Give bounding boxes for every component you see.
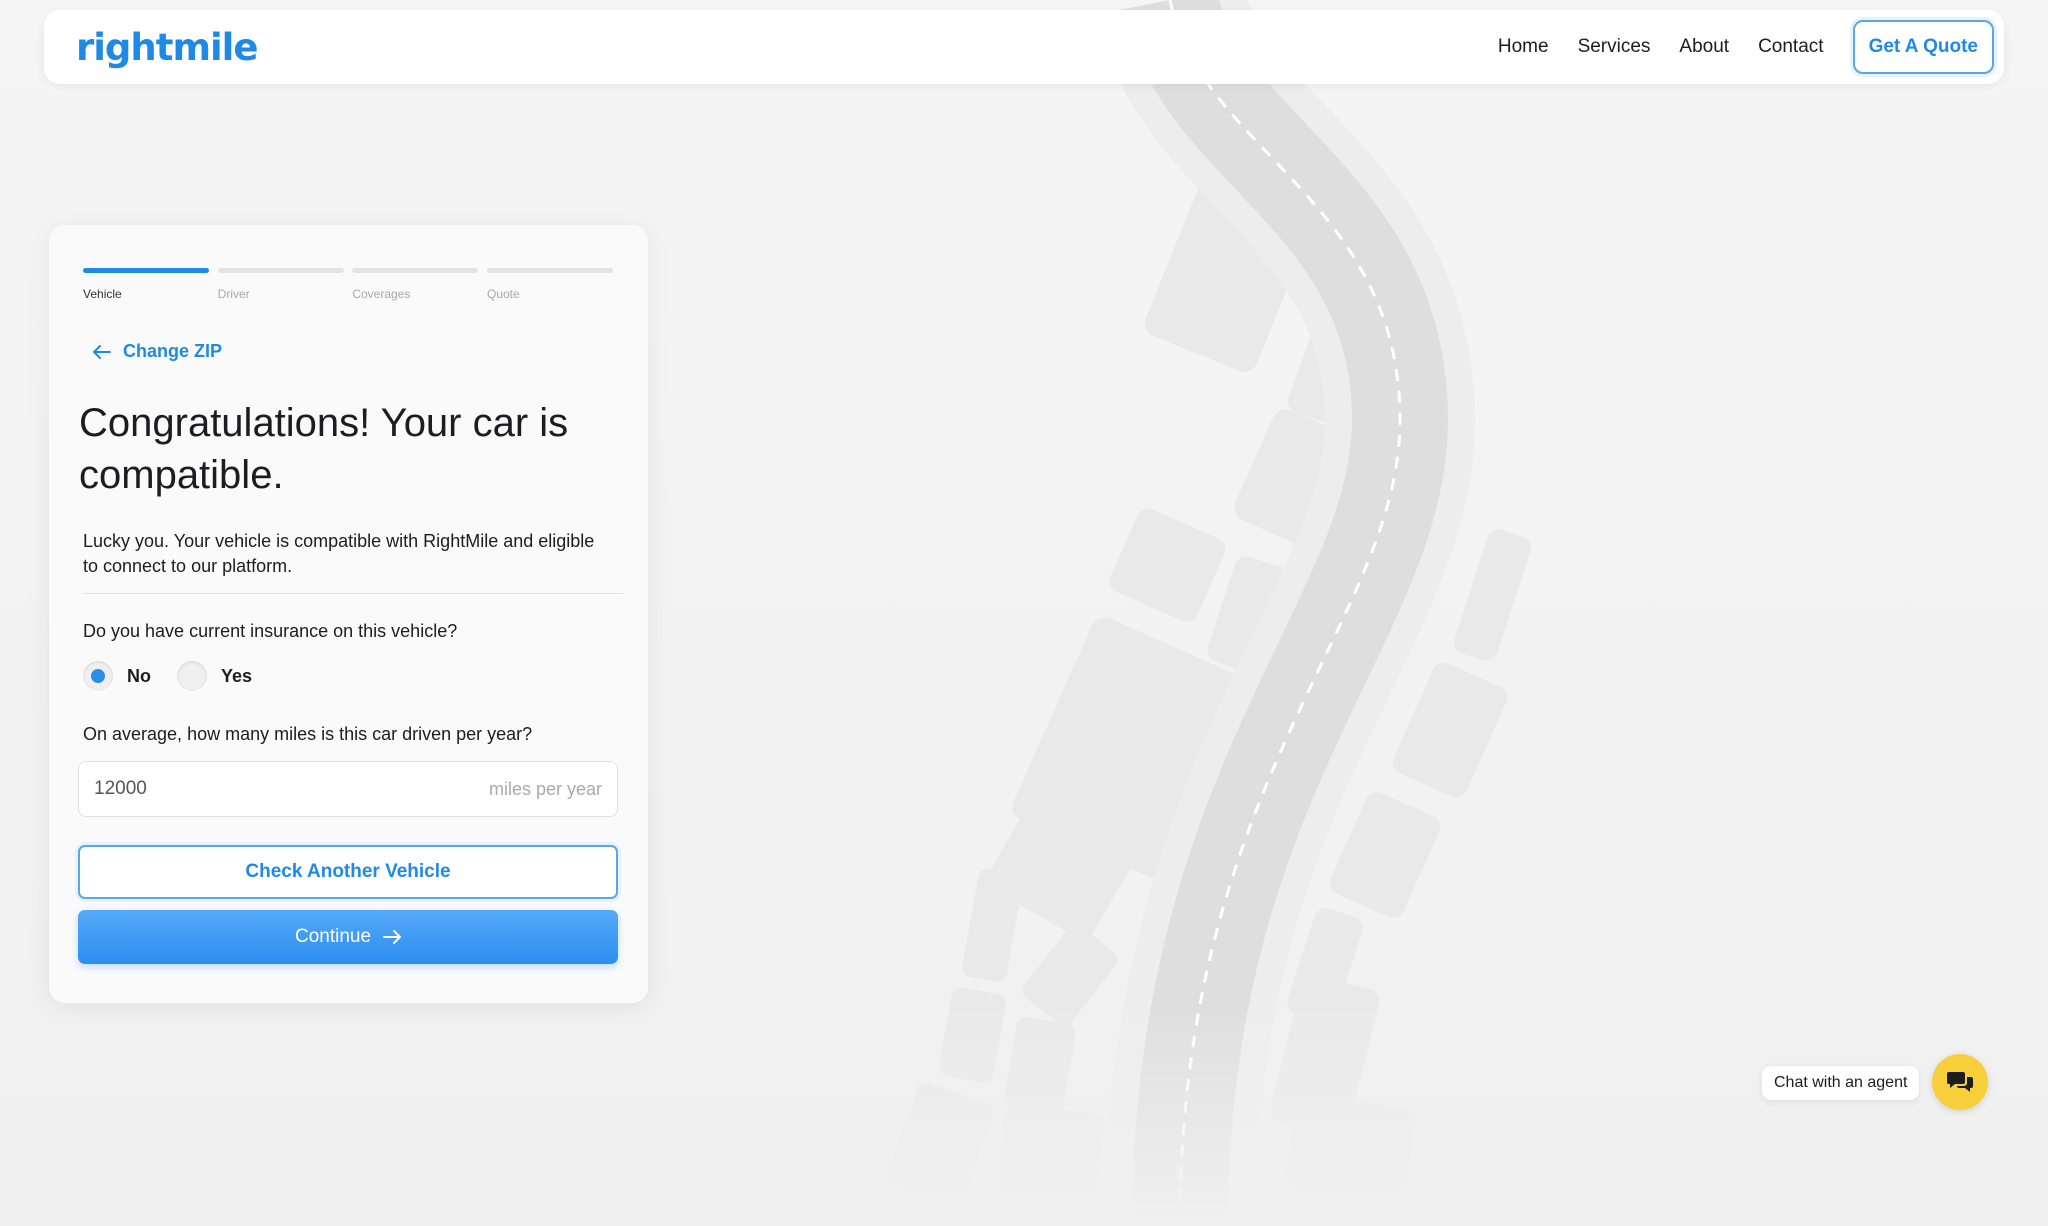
page-title: Congratulations! Your car is compatible. — [79, 401, 569, 497]
miles-question: On average, how many miles is this car d… — [83, 724, 533, 744]
step-label: Coverages — [352, 287, 411, 301]
radio-yes[interactable] — [177, 661, 207, 691]
nav-link-about[interactable]: About — [1679, 36, 1729, 58]
get-a-quote-button[interactable]: Get A Quote — [1852, 20, 1994, 74]
miles-per-year-input[interactable]: 12000 miles per year — [78, 761, 618, 817]
step-bar — [217, 268, 344, 273]
step-coverages: Coverages — [352, 268, 479, 301]
step-label: Driver — [217, 287, 250, 301]
check-another-vehicle-button[interactable]: Check Another Vehicle — [78, 845, 618, 899]
step-bar — [352, 268, 479, 273]
insurance-question: Do you have current insurance on this ve… — [83, 621, 458, 641]
nav-link-services[interactable]: Services — [1578, 36, 1651, 58]
insurance-option-yes[interactable]: Yes — [177, 661, 252, 691]
chat-bubbles-icon — [1947, 1072, 1973, 1092]
step-quote: Quote — [486, 268, 613, 301]
arrow-left-icon — [93, 344, 111, 359]
change-zip-link[interactable]: Change ZIP — [93, 341, 222, 362]
radio-label-yes: Yes — [221, 665, 253, 686]
nav-link-home[interactable]: Home — [1498, 36, 1549, 58]
continue-label: Continue — [294, 926, 372, 947]
step-label: Quote — [486, 287, 520, 301]
change-zip-label: Change ZIP — [123, 341, 223, 361]
step-bar — [486, 268, 613, 273]
radio-label-no: No — [127, 665, 151, 686]
step-vehicle: Vehicle — [83, 268, 209, 301]
insurance-option-no[interactable]: No — [83, 661, 151, 691]
insurance-radio-group: No Yes — [83, 661, 278, 691]
arrow-right-icon — [383, 930, 402, 944]
nav-link-contact[interactable]: Contact — [1758, 36, 1823, 58]
page: rightmile Home Services About Contact Ge… — [0, 0, 2048, 1226]
vehicle-compatibility-card: Vehicle Driver Coverages Quote Change ZI… — [49, 225, 648, 1003]
radio-selected-dot — [91, 669, 105, 683]
continue-button[interactable]: Continue — [78, 910, 618, 964]
progress-stepper: Vehicle Driver Coverages Quote — [83, 268, 613, 301]
rightmile-logo[interactable]: rightmile — [76, 26, 258, 69]
chat-launcher-button[interactable] — [1932, 1054, 1988, 1110]
miles-unit-suffix: miles per year — [488, 778, 602, 799]
radio-no[interactable] — [83, 661, 113, 691]
main-nav: Home Services About Contact Get A Quote — [1498, 20, 1994, 74]
step-label: Vehicle — [83, 287, 122, 301]
divider — [83, 593, 623, 594]
top-navbar: rightmile Home Services About Contact Ge… — [44, 10, 2004, 84]
compatibility-description: Lucky you. Your vehicle is compatible wi… — [83, 531, 595, 576]
miles-value: 12000 — [94, 778, 147, 799]
step-driver: Driver — [217, 268, 344, 301]
chat-with-agent-label[interactable]: Chat with an agent — [1762, 1066, 1920, 1100]
step-bar — [83, 268, 209, 273]
